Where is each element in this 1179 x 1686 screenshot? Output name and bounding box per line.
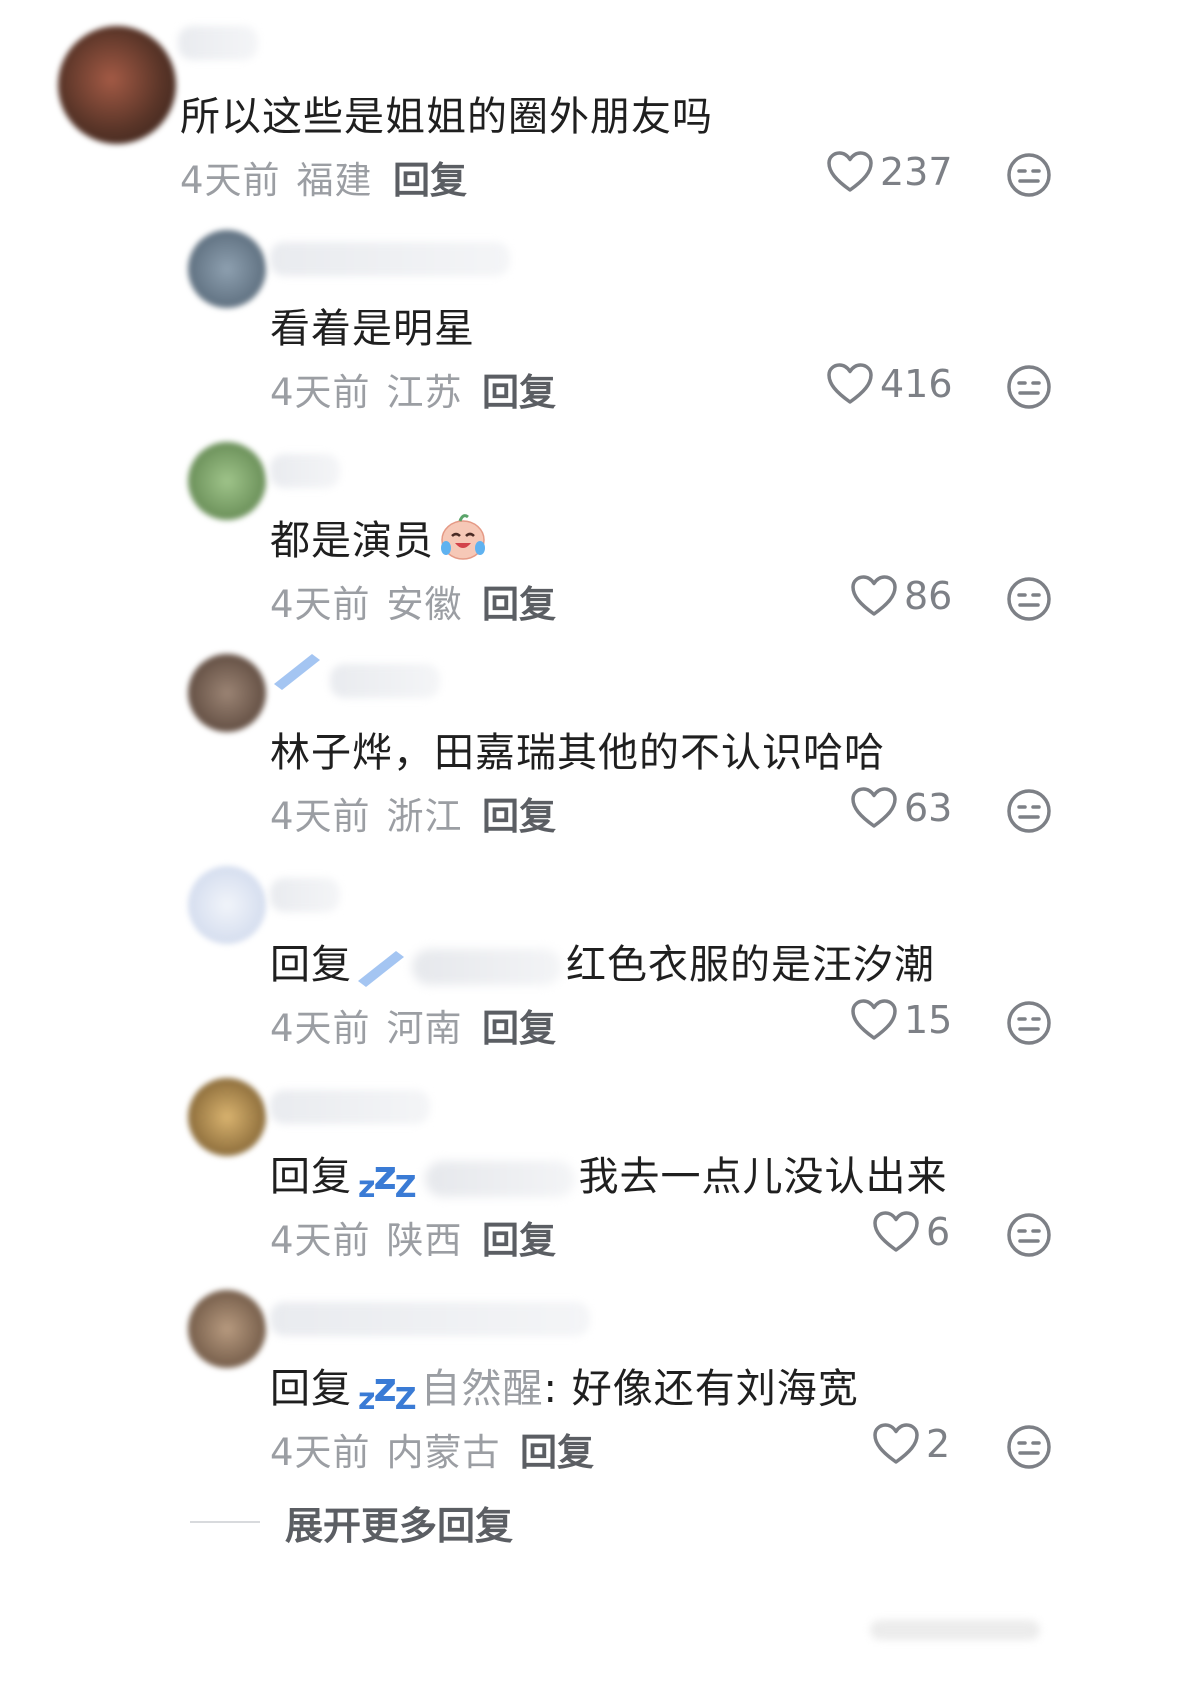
like-count: 6 (926, 1210, 951, 1254)
reply-button[interactable]: 回复 (482, 786, 556, 840)
heart-outline-icon (827, 363, 873, 404)
comment-time: 4天前 (180, 159, 281, 202)
reply-button[interactable]: 回复 (520, 1422, 594, 1476)
avatar[interactable] (188, 1290, 266, 1368)
like-button[interactable]: 63 (850, 786, 952, 830)
comment-time: 4天前 (270, 1007, 371, 1050)
comment-text-content: : 好像还有刘海宽 (543, 1366, 859, 1412)
comment-time: 4天前 (270, 1219, 371, 1262)
username-blurred[interactable] (270, 1302, 590, 1336)
sleeping-zzz-icon: zzZ (358, 1153, 416, 1205)
reply-button[interactable]: 回复 (482, 1210, 556, 1264)
comment-text: 回复 zzZ 我去一点儿没认出来 (270, 1144, 948, 1205)
comment-text: 看着是明星 (270, 306, 475, 352)
like-button[interactable]: 15 (850, 998, 952, 1042)
comment-text: 林子烨，田嘉瑞其他的不认识哈哈 (270, 730, 885, 776)
username-blurred[interactable] (178, 26, 258, 60)
comment-region: 福建 (296, 159, 373, 202)
comment-meta: 4天前 浙江 (270, 786, 463, 840)
heart-outline-icon (873, 1211, 919, 1252)
avatar[interactable] (188, 866, 266, 944)
mentioned-user-blurred[interactable] (412, 949, 562, 985)
neutral-face-icon[interactable] (1006, 1000, 1052, 1046)
heart-outline-icon (873, 1423, 919, 1464)
like-count: 15 (904, 998, 953, 1042)
comment-region: 江苏 (386, 371, 463, 414)
crying-laughing-face-icon (441, 514, 485, 560)
reply-button[interactable]: 回复 (482, 362, 556, 416)
comment-text: 所以这些是姐姐的圈外朋友吗 (180, 94, 713, 140)
sleeping-zzz-icon: zzZ (358, 1365, 416, 1417)
heart-outline-icon (851, 787, 897, 828)
like-count: 63 (904, 786, 953, 830)
like-button[interactable]: 6 (872, 1210, 950, 1254)
blue-pencil-icon (274, 654, 320, 690)
comment-region: 浙江 (386, 795, 463, 838)
neutral-face-icon[interactable] (1006, 576, 1052, 622)
mentioned-user-name[interactable]: 自然醒 (421, 1366, 544, 1412)
comment-text: 回复 红色衣服的是汪汐潮 (270, 932, 935, 990)
comment-meta: 4天前 河南 (270, 998, 463, 1052)
comment-time: 4天前 (270, 371, 371, 414)
expand-more-replies-label[interactable]: 展开更多回复 (285, 1495, 513, 1550)
like-button[interactable]: 86 (850, 574, 952, 618)
username-blurred[interactable] (270, 242, 510, 276)
reply-prefix: 回复 (270, 1154, 352, 1200)
like-count: 2 (926, 1422, 951, 1466)
comment-meta: 4天前 内蒙古 (270, 1422, 501, 1476)
reply-button[interactable]: 回复 (393, 150, 467, 204)
neutral-face-icon[interactable] (1006, 1212, 1052, 1258)
reply-button[interactable]: 回复 (482, 998, 556, 1052)
heart-outline-icon (851, 999, 897, 1040)
neutral-face-icon[interactable] (1006, 152, 1052, 198)
reply-prefix: 回复 (270, 942, 352, 988)
mentioned-user-blurred[interactable] (424, 1161, 575, 1197)
reply-button[interactable]: 回复 (482, 574, 556, 628)
heart-outline-icon (827, 151, 873, 192)
comment-meta: 4天前 江苏 (270, 362, 463, 416)
comment-text-content: 都是演员 (270, 518, 434, 564)
comment-region: 河南 (386, 1007, 463, 1050)
like-button[interactable]: 416 (826, 362, 953, 406)
neutral-face-icon[interactable] (1006, 364, 1052, 410)
comment-text: 都是演员 (270, 508, 488, 566)
comment-text-content: 我去一点儿没认出来 (578, 1154, 948, 1200)
comment-time: 4天前 (270, 583, 371, 626)
avatar[interactable] (188, 230, 266, 308)
comment-time: 4天前 (270, 1431, 371, 1474)
username-blurred[interactable] (270, 878, 340, 912)
avatar[interactable] (188, 442, 266, 520)
comment-meta: 4天前 安徽 (270, 574, 463, 628)
comment-time: 4天前 (270, 795, 371, 838)
like-count: 416 (880, 362, 953, 406)
avatar[interactable] (58, 26, 176, 144)
watermark-blurred (870, 1620, 1040, 1640)
heart-outline-icon (851, 575, 897, 616)
reply-prefix: 回复 (270, 1366, 352, 1412)
like-count: 86 (904, 574, 953, 618)
comment-region: 安徽 (386, 583, 463, 626)
neutral-face-icon[interactable] (1006, 788, 1052, 834)
comment-meta: 4天前 陕西 (270, 1210, 463, 1264)
divider (190, 1521, 260, 1523)
comment-region: 内蒙古 (386, 1431, 501, 1474)
comment-text-content: 红色衣服的是汪汐潮 (566, 942, 935, 988)
neutral-face-icon[interactable] (1006, 1424, 1052, 1470)
comment-region: 陕西 (386, 1219, 463, 1262)
username-blurred[interactable] (330, 664, 440, 698)
like-count: 237 (880, 150, 953, 194)
comment-text: 回复 zzZ 自然醒: 好像还有刘海宽 (270, 1356, 859, 1417)
comment-meta: 4天前 福建 (180, 150, 373, 204)
username-blurred[interactable] (270, 1090, 430, 1124)
avatar[interactable] (188, 1078, 266, 1156)
username-blurred[interactable] (270, 454, 340, 488)
like-button[interactable]: 2 (872, 1422, 950, 1466)
blue-pencil-icon (358, 951, 404, 987)
avatar[interactable] (188, 654, 266, 732)
like-button[interactable]: 237 (826, 150, 953, 194)
